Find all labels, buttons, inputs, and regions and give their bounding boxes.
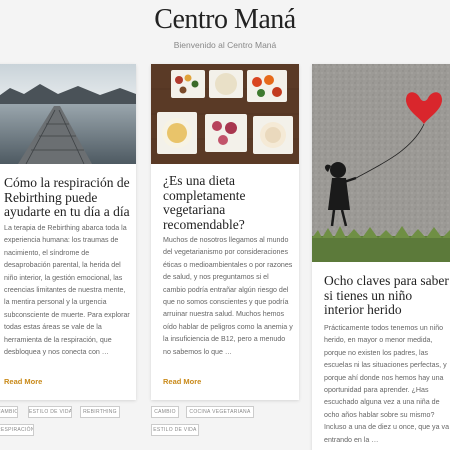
tag-cambio[interactable]: CAMBIO	[0, 406, 18, 418]
site-tagline: Bienvenido al Centro Maná	[173, 40, 277, 50]
girl-with-heart-balloon-image	[312, 64, 450, 262]
vegetarian-food-bowls-image	[151, 64, 299, 164]
tag-respiracion[interactable]: RESPIRACIÓN	[0, 424, 34, 436]
post-card-rebirthing: Cómo la respiración de Rebirthing puede …	[0, 64, 136, 400]
read-more-link[interactable]: Read More	[4, 377, 42, 386]
post-image-food[interactable]	[151, 64, 299, 164]
post-title[interactable]: Cómo la respiración de Rebirthing puede …	[4, 175, 132, 220]
read-more-link[interactable]: Read More	[163, 377, 201, 386]
post-image-balloon[interactable]	[312, 64, 450, 262]
pier-over-lake-image	[0, 64, 136, 164]
site-title[interactable]: Centro Maná	[0, 3, 450, 37]
site-header: Centro Maná Bienvenido al Centro Maná	[0, 0, 450, 62]
post-card-vegetarian-diet: ¿Es una dieta completamente vegetariana …	[151, 64, 299, 400]
tag-rebirthing[interactable]: REBIRTHING	[80, 406, 120, 418]
post-card-inner-child: Ocho claves para saber si tienes un niño…	[312, 64, 450, 450]
post-title[interactable]: ¿Es una dieta completamente vegetariana …	[163, 173, 293, 232]
post-excerpt: Prácticamente todos tenemos un niño heri…	[324, 324, 450, 444]
tag-estilo-de-vida[interactable]: ESTILO DE VIDA	[28, 406, 72, 418]
tag-cambio[interactable]: CAMBIO	[151, 406, 179, 418]
post-excerpt: La terapia de Rebirthing abarca toda la …	[4, 224, 130, 357]
tag-estilo-de-vida[interactable]: ESTILO DE VIDA	[151, 424, 199, 436]
post-excerpt: Muchos de nosotros llegamos al mundo del…	[163, 236, 293, 356]
post-image-pier[interactable]	[0, 64, 136, 164]
tag-cocina-vegetariana[interactable]: COCINA VEGETARIANA	[186, 406, 254, 418]
post-title[interactable]: Ocho claves para saber si tienes un niño…	[324, 273, 450, 318]
